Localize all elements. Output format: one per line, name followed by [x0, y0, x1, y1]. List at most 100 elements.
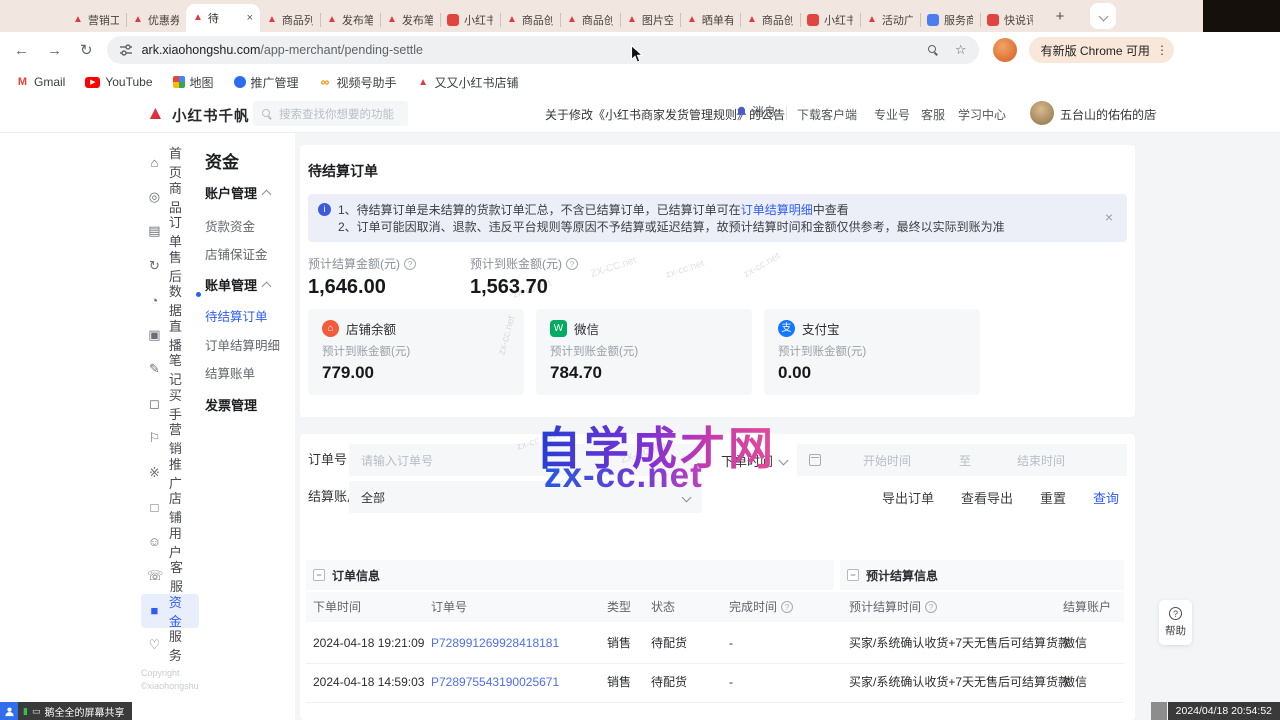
- browser-tab[interactable]: ▲晒单有: [680, 8, 740, 32]
- learning-center-link[interactable]: 学习中心: [958, 106, 1006, 123]
- search-icon[interactable]: [927, 44, 939, 56]
- bookmark-gmail[interactable]: MGmail: [16, 75, 65, 89]
- sidebar-item-users[interactable]: ☺用户: [141, 525, 199, 560]
- date-range-input[interactable]: 开始时间 至 结束时间: [797, 444, 1127, 476]
- browser-tab[interactable]: ▲商品列: [260, 8, 320, 32]
- tab-title: 图片空: [642, 12, 673, 28]
- browser-tab[interactable]: ▲待×: [186, 4, 260, 32]
- sidebar-item-shop[interactable]: □店铺: [141, 490, 199, 525]
- browser-tab[interactable]: ▲发布笔: [320, 8, 380, 32]
- forward-button[interactable]: →: [47, 42, 62, 59]
- question-icon: ?: [1169, 607, 1182, 620]
- collapse-icon[interactable]: −: [847, 569, 859, 581]
- menu-group-发票管理[interactable]: 发票管理: [205, 397, 295, 415]
- screen-icon: ▭: [32, 706, 41, 717]
- order-no-link[interactable]: P728991269928418181: [431, 624, 559, 663]
- browser-tab[interactable]: ▲商品创: [500, 8, 560, 32]
- help-icon[interactable]: ?: [404, 258, 416, 270]
- order-no-link[interactable]: P728975543190025671: [431, 663, 559, 702]
- sidebar-item-notes[interactable]: ✎笔记: [141, 352, 199, 387]
- sidebar-item-marketing[interactable]: ⚐营销: [141, 421, 199, 456]
- tab-title: 商品列: [282, 12, 313, 28]
- bookmark-star-icon[interactable]: ☆: [955, 42, 967, 58]
- account-value: 779.00: [322, 363, 510, 383]
- shop-name[interactable]: 五台山的佑佑的店: [1060, 106, 1156, 123]
- settlement-detail-link[interactable]: 订单结算明细: [741, 203, 813, 217]
- browser-tab[interactable]: 服务商: [920, 8, 980, 32]
- tab-title: 发布笔: [402, 12, 433, 28]
- professional-account-link[interactable]: 专业号: [874, 106, 910, 123]
- action-查看导出[interactable]: 查看导出: [961, 488, 1013, 507]
- xiaohongshu-logo-icon[interactable]: ▲: [146, 103, 165, 125]
- browser-tab[interactable]: ▲发布笔: [380, 8, 440, 32]
- sidebar-item-live[interactable]: ▣直播: [141, 318, 199, 353]
- messages-entry[interactable]: 消息 17: [735, 103, 776, 120]
- sidebar-item-aftersale[interactable]: ↻售后: [141, 249, 199, 284]
- feature-search-input[interactable]: 搜索查找你想要的功能: [253, 101, 408, 126]
- action-重置[interactable]: 重置: [1040, 488, 1066, 507]
- sidebar-item-home[interactable]: ⌂首页: [141, 145, 199, 180]
- sidebar-item-funds[interactable]: ■资金: [141, 594, 199, 629]
- browser-tab[interactable]: ▲活动广: [860, 8, 920, 32]
- shop-avatar[interactable]: [1030, 101, 1054, 125]
- browser-tab[interactable]: 小红书: [440, 8, 500, 32]
- menu-group-账单管理[interactable]: 账单管理: [205, 277, 295, 295]
- column-header-类型: 类型: [607, 592, 631, 622]
- browser-tab[interactable]: ▲优惠券: [126, 8, 186, 32]
- close-icon[interactable]: ×: [247, 12, 253, 24]
- browser-profile-avatar[interactable]: [993, 38, 1017, 62]
- browser-tab[interactable]: ▲ 商品创: [740, 8, 800, 32]
- sidebar-item-orders[interactable]: ▤订单: [141, 214, 199, 249]
- help-icon[interactable]: ?: [566, 258, 578, 270]
- menu-item-待结算订单[interactable]: 待结算订单: [205, 308, 295, 326]
- app-brand: 小红书千帆: [172, 105, 250, 126]
- meeting-app-icon[interactable]: [0, 702, 18, 720]
- back-button[interactable]: ←: [14, 42, 29, 59]
- browser-tab[interactable]: 小红书: [800, 8, 860, 32]
- new-tab-button[interactable]: +: [1048, 5, 1072, 29]
- bookmark-maps[interactable]: 地图: [173, 74, 214, 91]
- sidebar-item-service[interactable]: ♡服务: [141, 628, 199, 663]
- bookmark-promo[interactable]: 推广管理: [234, 74, 299, 91]
- help-icon[interactable]: ?: [925, 601, 937, 613]
- menu-item-结算账单[interactable]: 结算账单: [205, 365, 295, 383]
- download-client-link[interactable]: 下载客户端: [797, 106, 857, 123]
- column-header-订单号: 订单号: [431, 592, 467, 622]
- sidebar-item-label: 笔记: [169, 350, 193, 388]
- tune-icon[interactable]: [119, 43, 133, 57]
- action-导出订单[interactable]: 导出订单: [882, 488, 934, 507]
- bookmark-channels[interactable]: ∞视频号助手: [319, 74, 397, 91]
- tab-search-button[interactable]: [1090, 3, 1116, 29]
- menu-item-订单结算明细[interactable]: 订单结算明细: [205, 337, 295, 355]
- ark-favicon-icon: ▲: [747, 15, 757, 25]
- help-icon[interactable]: ?: [781, 601, 793, 613]
- address-bar[interactable]: ark.xiaohongshu.com/app-merchant/pending…: [107, 36, 979, 64]
- sidebar-item-promotion[interactable]: ※推广: [141, 456, 199, 491]
- column-header-预计结算时间: 预计结算时间?: [849, 592, 937, 622]
- summary-amounts: 预计结算金额(元)?1,646.00预计到账金额(元)?1,563.70: [308, 255, 1127, 299]
- chrome-update-button[interactable]: 有新版 Chrome 可用 ⋮: [1029, 37, 1174, 63]
- account-name: 支付宝: [802, 319, 840, 338]
- customer-service-link[interactable]: 客服: [921, 106, 945, 123]
- sidebar-item-goods[interactable]: ◎商品: [141, 180, 199, 215]
- sidebar-item-cs[interactable]: ☏客服: [141, 559, 199, 594]
- action-查询[interactable]: 查询: [1093, 488, 1119, 507]
- order-no-label: 订单号: [308, 444, 347, 476]
- sidebar-item-buyer[interactable]: ◻买手: [141, 387, 199, 422]
- sidebar-item-data[interactable]: ◔数据: [141, 283, 199, 318]
- reload-button[interactable]: ↻: [80, 41, 93, 59]
- bookmark-youtube[interactable]: ▶YouTube: [85, 75, 152, 89]
- menu-item-店铺保证金[interactable]: 店铺保证金: [205, 246, 295, 264]
- browser-tab[interactable]: ▲图片空: [620, 8, 680, 32]
- help-button[interactable]: ? 帮助: [1159, 600, 1192, 645]
- browser-tab[interactable]: ▲营销工: [66, 8, 126, 32]
- tab-title: 商品创: [762, 12, 793, 28]
- close-icon[interactable]: ×: [1105, 209, 1113, 226]
- collapse-icon[interactable]: −: [313, 569, 325, 581]
- menu-group-账户管理[interactable]: 账户管理: [205, 185, 295, 203]
- browser-menu-icon[interactable]: ⋮: [1156, 43, 1168, 57]
- bookmark-ark[interactable]: ▲又又小红书店铺: [417, 74, 519, 91]
- menu-item-货款资金[interactable]: 货款资金: [205, 218, 295, 236]
- browser-tab[interactable]: ▲商品创: [560, 8, 620, 32]
- browser-tab[interactable]: 快说评: [980, 8, 1040, 32]
